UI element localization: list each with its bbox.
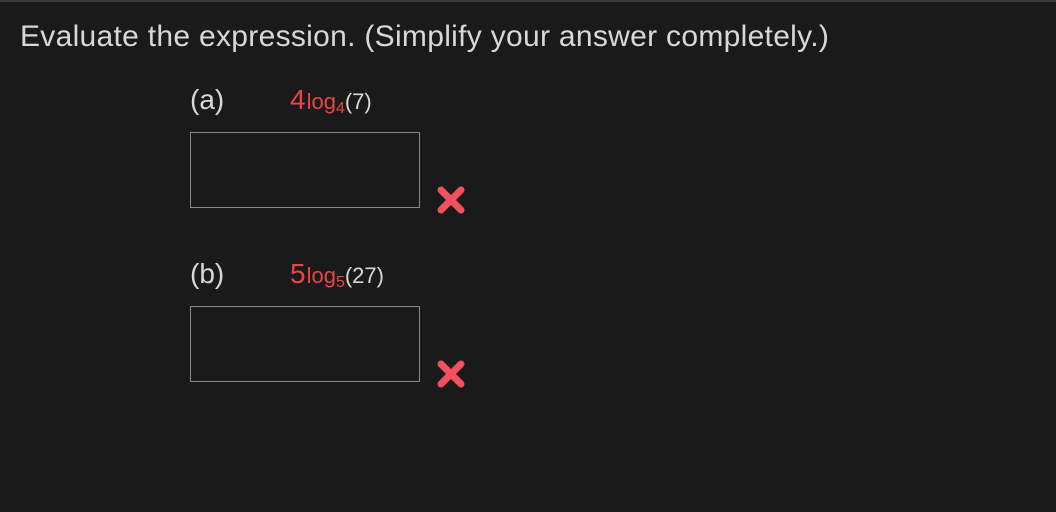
incorrect-icon [435,358,467,390]
problem-a: (a) 4 log 4 (7) [190,84,1036,208]
log-sub-a: 4 [336,100,345,118]
problem-a-row: (a) 4 log 4 (7) [190,84,1036,116]
answer-row-a [190,132,1036,208]
incorrect-icon [435,184,467,216]
log-text-a: log [307,89,336,115]
answer-input-a[interactable] [190,132,420,208]
exponent-b: log 5 (27) [307,263,384,289]
arg-a: (7) [345,89,372,115]
expression-b: 5 log 5 (27) [290,258,384,290]
part-label-a: (a) [190,84,240,116]
answer-input-b[interactable] [190,306,420,382]
log-sub-b: 5 [336,274,345,292]
base-b: 5 [290,258,306,290]
problem-b-row: (b) 5 log 5 (27) [190,258,1036,290]
problem-b: (b) 5 log 5 (27) [190,258,1036,382]
expression-a: 4 log 4 (7) [290,84,372,116]
log-text-b: log [307,263,336,289]
part-label-b: (b) [190,258,240,290]
answer-row-b [190,306,1036,382]
base-a: 4 [290,84,306,116]
exponent-a: log 4 (7) [307,89,372,115]
instruction-text: Evaluate the expression. (Simplify your … [20,20,1036,54]
arg-b: (27) [345,263,384,289]
